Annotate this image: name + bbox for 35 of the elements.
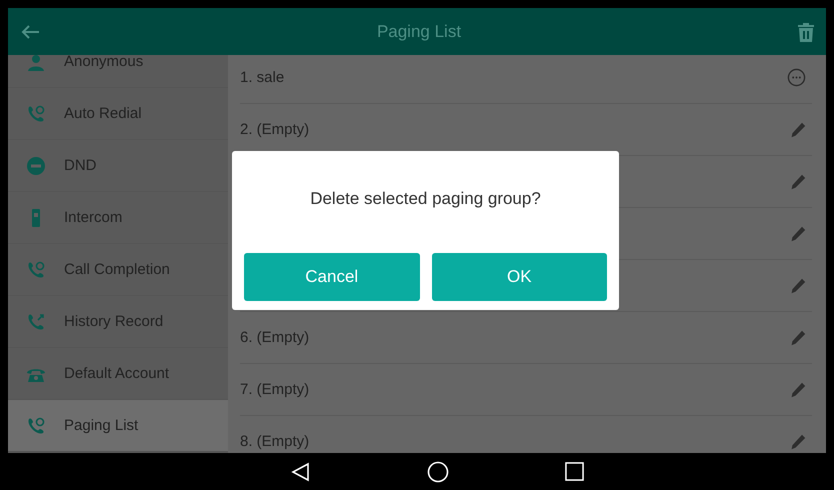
phone-icon	[26, 260, 46, 280]
pencil-icon[interactable]	[790, 224, 806, 242]
pencil-icon[interactable]	[790, 328, 806, 346]
paging-group-entry[interactable]: 6. (Empty)	[240, 329, 310, 346]
person-icon	[26, 55, 46, 72]
phone-icon	[26, 104, 46, 124]
minus-circle-icon	[26, 156, 46, 176]
sidebar-item[interactable]: Intercom	[8, 192, 228, 244]
sidebar-item[interactable]: Paging List	[8, 400, 228, 452]
paging-group-entry[interactable]: 1. sale	[240, 69, 284, 86]
ok-button[interactable]: OK	[432, 253, 607, 301]
pencil-icon[interactable]	[790, 276, 806, 294]
back-icon[interactable]	[290, 462, 310, 482]
pencil-icon[interactable]	[790, 120, 806, 138]
screen-title: Paging List	[376, 22, 462, 42]
sidebar-item[interactable]: Anonymous	[8, 55, 228, 88]
paging-group-entry[interactable]: 7. (Empty)	[240, 381, 310, 398]
sidebar-item[interactable]: Call Completion	[8, 244, 228, 296]
delete-icon[interactable]	[798, 22, 814, 42]
home-icon[interactable]	[426, 460, 448, 482]
sidebar-item[interactable]: DND	[8, 140, 228, 192]
pencil-icon[interactable]	[790, 172, 806, 190]
recents-icon[interactable]	[564, 462, 584, 481]
phone-icon	[26, 312, 46, 332]
pencil-icon[interactable]	[790, 432, 806, 450]
sidebar-item[interactable]: Auto Redial	[8, 88, 228, 140]
dialog-message: Delete selected paging group?	[310, 189, 541, 209]
more-icon[interactable]	[787, 68, 806, 87]
paging-group-entry[interactable]: 2. (Empty)	[240, 121, 310, 138]
cancel-button[interactable]: Cancel	[244, 253, 420, 301]
back-arrow-icon[interactable]	[20, 24, 40, 40]
pencil-icon[interactable]	[790, 380, 806, 398]
phone-icon	[26, 416, 46, 436]
sidebar-item[interactable]: History Record	[8, 296, 228, 348]
paging-group-entry[interactable]: 8. (Empty)	[240, 433, 310, 450]
